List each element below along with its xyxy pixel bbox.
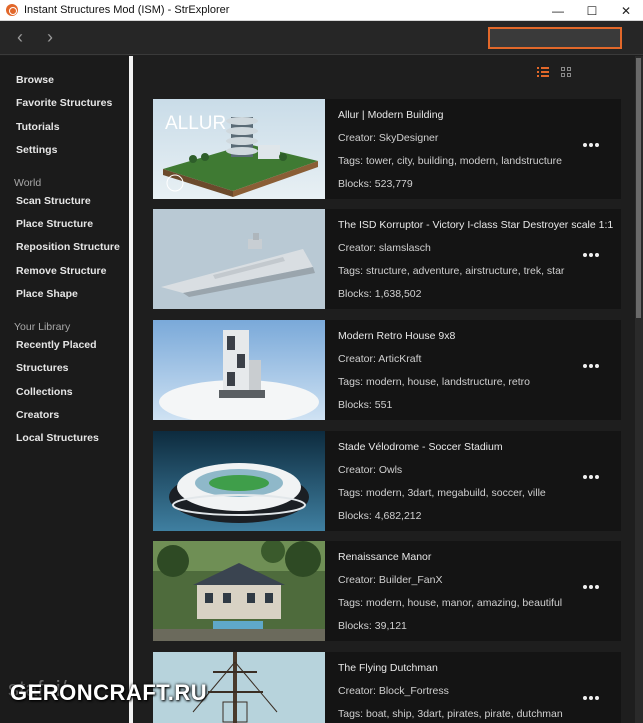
sidebar-item-local-structures[interactable]: Local Structures: [16, 432, 99, 444]
sidebar-item-place-shape[interactable]: Place Shape: [16, 288, 78, 300]
sidebar-item-recently-placed[interactable]: Recently Placed: [16, 339, 97, 351]
app-logo-icon: [6, 4, 18, 16]
sidebar-item-favorite-structures[interactable]: Favorite Structures: [16, 97, 112, 109]
sidebar-item-collections[interactable]: Collections: [16, 386, 73, 398]
structure-title[interactable]: The Flying Dutchman: [338, 662, 438, 674]
more-options-icon[interactable]: [583, 474, 599, 480]
more-options-icon[interactable]: [583, 584, 599, 590]
structure-title[interactable]: Renaissance Manor: [338, 551, 431, 563]
structure-blocks: Blocks: 551: [338, 399, 393, 411]
structure-thumbnail[interactable]: ALLUR: [153, 99, 325, 199]
structure-tags: Tags: boat, ship, 3dart, pirates, pirate…: [338, 708, 563, 720]
sidebar-item-remove-structure[interactable]: Remove Structure: [16, 265, 106, 277]
back-arrow-icon[interactable]: ‹: [10, 27, 30, 47]
structure-title[interactable]: The ISD Korruptor - Victory I-class Star…: [338, 219, 613, 231]
forward-arrow-icon[interactable]: ›: [40, 27, 60, 47]
toolbar: ‹ ›: [0, 21, 643, 55]
structure-card[interactable]: Stade Vélodrome - Soccer Stadium Creator…: [153, 431, 621, 531]
sidebar-item-structures[interactable]: Structures: [16, 362, 69, 374]
structure-creator: Creator: slamslasch: [338, 242, 431, 254]
structure-tags: Tags: modern, 3dart, megabuild, soccer, …: [338, 487, 546, 499]
minimize-button[interactable]: —: [541, 0, 575, 21]
sidebar-item-reposition-structure[interactable]: Reposition Structure: [16, 241, 120, 253]
structure-creator: Creator: ArticKraft: [338, 353, 422, 365]
list-view-icon[interactable]: [537, 67, 549, 78]
more-options-icon[interactable]: [583, 252, 599, 258]
structure-tags: Tags: modern, house, manor, amazing, bea…: [338, 597, 563, 609]
scrollbar[interactable]: [635, 56, 643, 723]
window-controls: — ☐ ✕: [541, 0, 643, 21]
more-options-icon[interactable]: [583, 695, 599, 701]
maximize-button[interactable]: ☐: [575, 0, 609, 21]
structure-blocks: Blocks: 4,682,212: [338, 510, 422, 522]
close-button[interactable]: ✕: [609, 0, 643, 21]
structure-blocks: Blocks: 39,121: [338, 620, 407, 632]
structure-card[interactable]: ALLUR Allur | Modern Building Creator: S…: [153, 99, 621, 199]
sidebar-item-place-structure[interactable]: Place Structure: [16, 218, 93, 230]
structure-tags: Tags: structure, adventure, airstructure…: [338, 265, 565, 277]
structure-blocks: Blocks: 523,779: [338, 178, 413, 190]
sidebar-item-scan-structure[interactable]: Scan Structure: [16, 195, 91, 207]
structure-thumbnail[interactable]: [153, 209, 325, 309]
structure-card[interactable]: The ISD Korruptor - Victory I-class Star…: [153, 209, 621, 309]
more-options-icon[interactable]: [583, 363, 599, 369]
scrollbar-thumb[interactable]: [636, 58, 641, 318]
sidebar-item-browse[interactable]: Browse: [16, 74, 54, 86]
window-title: Instant Structures Mod (ISM) - StrExplor…: [24, 4, 230, 16]
structure-creator: Creator: Builder_FanX: [338, 574, 443, 586]
structure-title[interactable]: Stade Vélodrome - Soccer Stadium: [338, 441, 503, 453]
structure-title[interactable]: Modern Retro House 9x8: [338, 330, 455, 342]
structure-card[interactable]: Modern Retro House 9x8 Creator: ArticKra…: [153, 320, 621, 420]
structure-thumbnail[interactable]: [153, 541, 325, 641]
structure-creator: Creator: Block_Fortress: [338, 685, 449, 697]
sidebar-heading-world: World: [14, 177, 42, 189]
structure-list: ALLUR Allur | Modern Building Creator: S…: [133, 56, 643, 723]
structure-thumbnail[interactable]: [153, 431, 325, 531]
structure-tags: Tags: modern, house, landstructure, retr…: [338, 376, 531, 388]
sidebar-item-settings[interactable]: Settings: [16, 144, 57, 156]
search-input[interactable]: [488, 27, 622, 49]
structure-creator: Creator: Owls: [338, 464, 403, 476]
grid-view-icon[interactable]: [561, 67, 572, 78]
structure-blocks: Blocks: 1,638,502: [338, 288, 422, 300]
watermark: GERONCRAFT.RU: [10, 680, 208, 705]
sidebar-heading-library: Your Library: [14, 321, 71, 333]
more-options-icon[interactable]: [583, 142, 599, 148]
title-bar: Instant Structures Mod (ISM) - StrExplor…: [0, 0, 643, 21]
thumbnail-logo-text: ALLUR: [165, 113, 226, 134]
sidebar-item-tutorials[interactable]: Tutorials: [16, 121, 60, 133]
sidebar-item-creators[interactable]: Creators: [16, 409, 59, 421]
structure-card[interactable]: The Flying Dutchman Creator: Block_Fortr…: [153, 652, 621, 723]
structure-card[interactable]: Renaissance Manor Creator: Builder_FanX …: [153, 541, 621, 641]
structure-thumbnail[interactable]: [153, 320, 325, 420]
structure-tags: Tags: tower, city, building, modern, lan…: [338, 155, 562, 167]
structure-creator: Creator: SkyDesigner: [338, 132, 439, 144]
structure-title[interactable]: Allur | Modern Building: [338, 109, 443, 121]
sidebar: Browse Favorite Structures Tutorials Set…: [0, 56, 129, 723]
